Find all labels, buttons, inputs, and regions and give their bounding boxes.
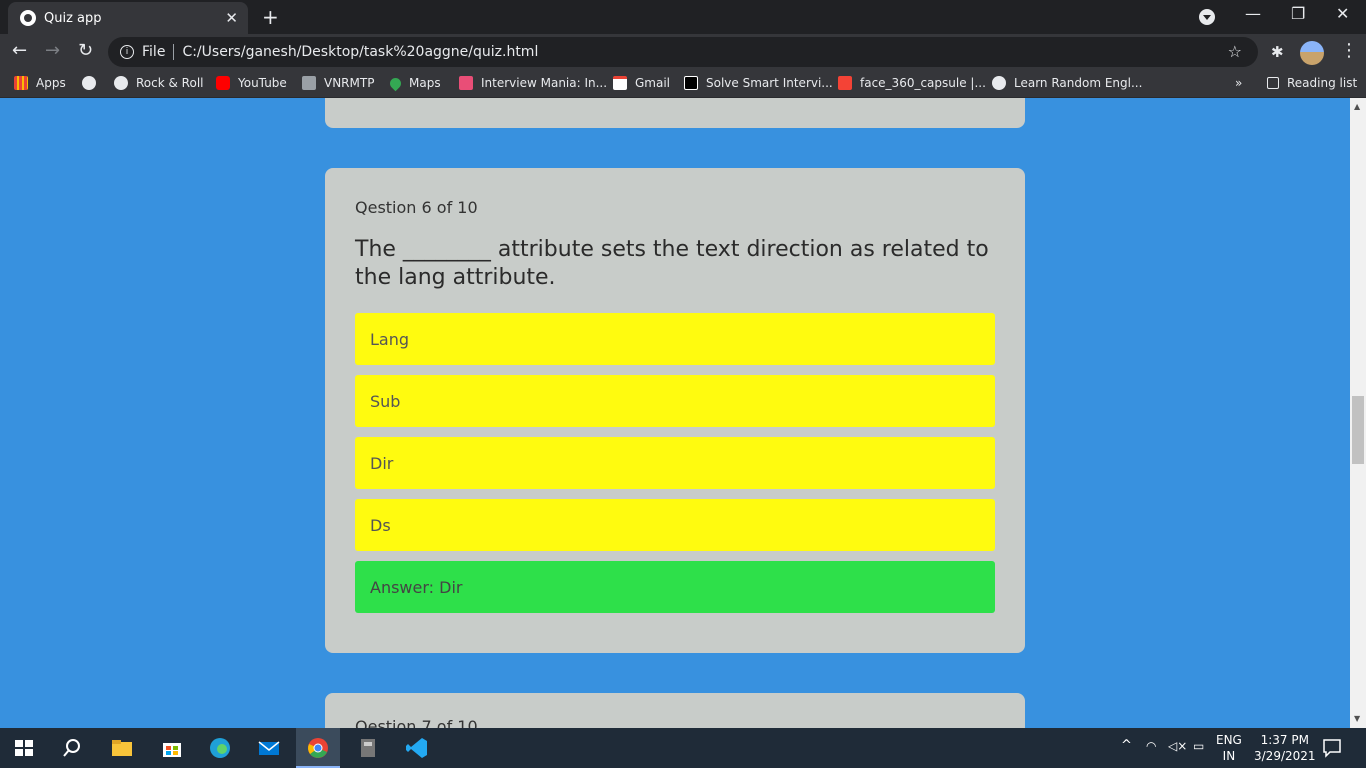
mail-icon[interactable]	[257, 736, 281, 760]
globe-icon	[114, 76, 128, 90]
scroll-up-icon[interactable]: ▲	[1354, 102, 1360, 111]
bookmark-label: Solve Smart Intervi...	[706, 76, 833, 90]
new-tab-button[interactable]: +	[262, 5, 279, 29]
bookmark-apps[interactable]: Apps	[14, 76, 66, 90]
language-indicator[interactable]: ENG IN	[1216, 732, 1242, 764]
interview-mania-icon	[459, 76, 473, 90]
lang-region: IN	[1222, 749, 1236, 763]
bookmark-gmail[interactable]: Gmail	[613, 76, 670, 90]
option-lang[interactable]: Lang	[355, 313, 995, 365]
bookmark-label: Interview Mania: In...	[481, 76, 608, 90]
quiz-page: Qestion 6 of 10 The ________ attribute s…	[0, 98, 1350, 728]
browser-toolbar: ← → ↻ i File C:/Users/ganesh/Desktop/tas…	[0, 34, 1366, 70]
gmail-icon	[613, 76, 627, 90]
answer-box: Answer: Dir	[355, 561, 995, 613]
tab-close-icon[interactable]: ✕	[225, 9, 238, 27]
reading-list-icon	[1267, 77, 1279, 89]
bookmark-label: face_360_capsule |...	[860, 76, 986, 90]
clock-time: 1:37 PM	[1260, 733, 1309, 747]
question-text: The ________ attribute sets the text dir…	[355, 237, 989, 290]
globe-icon	[82, 76, 96, 90]
globe-icon	[20, 10, 36, 26]
bookmark-interview-mania[interactable]: Interview Mania: In...	[459, 76, 607, 90]
bookmark-star-icon[interactable]: ☆	[1228, 42, 1242, 61]
tab-title: Quiz app	[44, 10, 102, 26]
tab-search-icon[interactable]	[1199, 9, 1215, 25]
clock[interactable]: 1:37 PM 3/29/2021	[1254, 732, 1316, 764]
question-card-next: Qestion 7 of 10	[325, 693, 1025, 728]
question-card-previous	[325, 98, 1025, 128]
address-bar[interactable]: i File C:/Users/ganesh/Desktop/task%20ag…	[108, 37, 1258, 67]
youtube-icon	[216, 76, 230, 90]
bookmark-vnrmtp[interactable]: VNRMTP	[302, 76, 374, 90]
chrome-icon[interactable]	[306, 736, 330, 760]
bookmark-youtube[interactable]: YouTube	[216, 76, 287, 90]
option-sub[interactable]: Sub	[355, 375, 995, 427]
bookmarks-overflow[interactable]: »	[1235, 76, 1242, 90]
lang-code: ENG	[1216, 733, 1242, 747]
bookmark-label: Maps	[409, 76, 441, 90]
back-icon[interactable]: ←	[12, 40, 27, 61]
menu-icon[interactable]: ⋮	[1340, 40, 1358, 61]
tray-chevron-icon[interactable]: ^	[1121, 738, 1132, 754]
window-close-icon[interactable]: ✕	[1336, 4, 1349, 23]
face-360-icon	[838, 76, 852, 90]
notifications-icon[interactable]	[1322, 738, 1342, 758]
url-prefix: File	[142, 44, 166, 60]
forward-icon[interactable]: →	[45, 40, 60, 61]
question-counter: Qestion 6 of 10	[355, 198, 478, 217]
vscode-icon[interactable]	[405, 736, 429, 760]
file-explorer-icon[interactable]	[110, 736, 134, 760]
reading-list-label: Reading list	[1287, 76, 1358, 90]
url-text: C:/Users/ganesh/Desktop/task%20aggne/qui…	[182, 44, 539, 60]
edge-icon[interactable]	[208, 736, 232, 760]
store-icon[interactable]	[160, 736, 184, 760]
extensions-icon[interactable]: ✱	[1271, 43, 1284, 61]
bookmark-label: Gmail	[635, 76, 671, 90]
browser-tab[interactable]: Quiz app ✕	[8, 2, 248, 34]
bookmark-rock-roll[interactable]: Rock & Roll	[114, 76, 203, 90]
browser-titlebar: Quiz app ✕ + — ❐ ✕	[0, 0, 1366, 34]
search-icon[interactable]	[60, 736, 84, 760]
clock-date: 3/29/2021	[1254, 749, 1316, 763]
bookmark-learn-english[interactable]: Learn Random Engl...	[992, 76, 1142, 90]
bookmark-label: Apps	[36, 76, 66, 90]
battery-icon[interactable]: ▭	[1193, 738, 1204, 754]
reload-icon[interactable]: ↻	[78, 40, 93, 61]
info-icon[interactable]: i	[120, 45, 134, 59]
option-ds[interactable]: Ds	[355, 499, 995, 551]
vnrmtp-icon	[302, 76, 316, 90]
scrollbar-thumb[interactable]	[1352, 396, 1364, 464]
apps-grid-icon	[14, 76, 28, 90]
bookmark-solve-smart[interactable]: Solve Smart Intervi...	[684, 76, 833, 90]
bookmark-face-360[interactable]: face_360_capsule |...	[838, 76, 986, 90]
volume-muted-icon[interactable]: ◁×	[1168, 738, 1187, 754]
bookmark-label: YouTube	[238, 76, 287, 90]
maps-pin-icon	[387, 75, 404, 91]
bookmark-globe[interactable]	[82, 76, 104, 90]
app-icon[interactable]	[356, 736, 380, 760]
bookmark-label: Rock & Roll	[136, 76, 204, 90]
scroll-down-icon[interactable]: ▼	[1354, 714, 1360, 723]
windows-taskbar: ^ ◠ ◁× ▭ ENG IN 1:37 PM 3/29/2021	[0, 728, 1366, 768]
solve-smart-icon	[684, 76, 698, 90]
option-dir[interactable]: Dir	[355, 437, 995, 489]
next-question-counter: Qestion 7 of 10	[355, 717, 478, 728]
bookmark-label: VNRMTP	[324, 76, 375, 90]
reading-list[interactable]: Reading list	[1267, 76, 1357, 90]
restore-icon[interactable]: ❐	[1291, 4, 1305, 23]
more-chevron-icon: »	[1235, 76, 1243, 90]
page-scrollbar[interactable]: ▲ ▼	[1350, 98, 1366, 728]
bookmark-label: Learn Random Engl...	[1014, 76, 1143, 90]
bookmark-maps[interactable]: Maps	[387, 75, 441, 91]
minimize-icon[interactable]: —	[1245, 4, 1261, 23]
bookmarks-bar: Apps Rock & Roll YouTube VNRMTP Maps Int…	[0, 70, 1366, 98]
avatar[interactable]	[1300, 41, 1324, 65]
windows-start-icon[interactable]	[12, 736, 36, 760]
divider	[173, 44, 175, 60]
wifi-icon[interactable]: ◠	[1146, 738, 1156, 754]
wordpress-icon	[992, 76, 1006, 90]
question-card: Qestion 6 of 10 The ________ attribute s…	[325, 168, 1025, 653]
